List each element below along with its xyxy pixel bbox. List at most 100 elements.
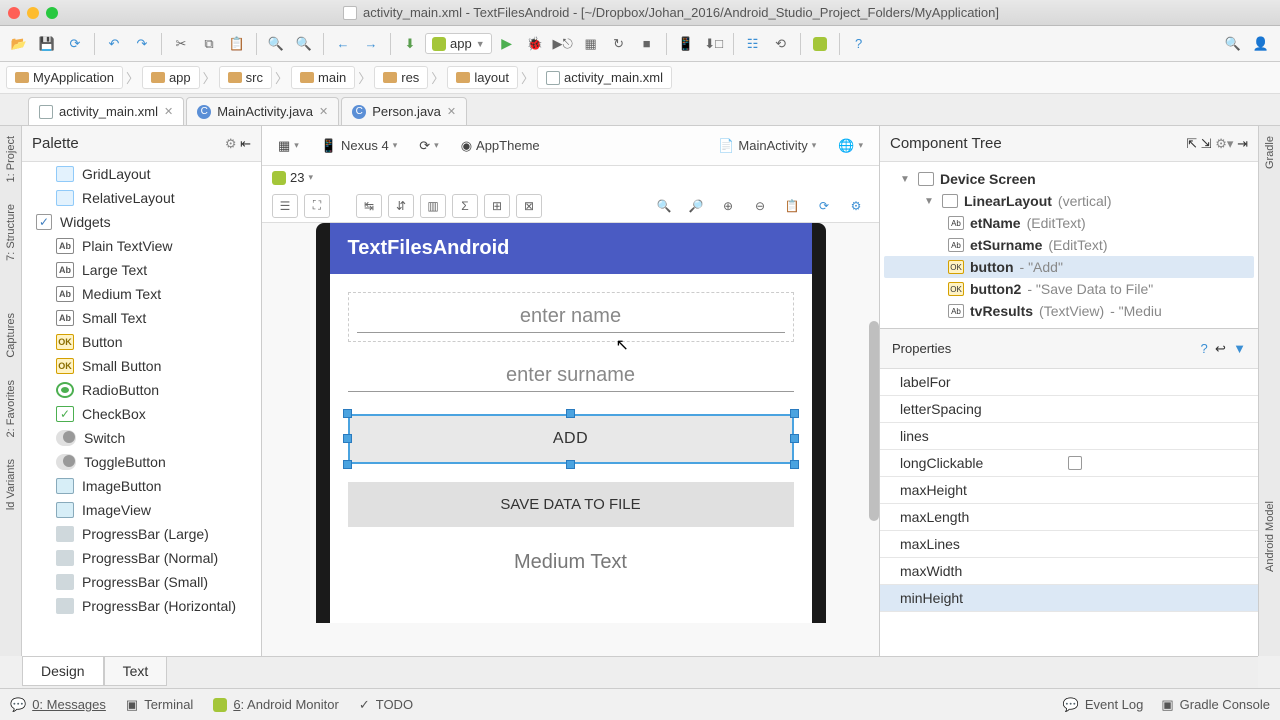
- status-messages[interactable]: 💬 0: Messages: [10, 697, 106, 713]
- clipboard-icon[interactable]: 📋: [779, 194, 805, 218]
- properties-filter-icon[interactable]: ▼: [1233, 341, 1246, 356]
- breadcrumb-item[interactable]: activity_main.xml: [537, 66, 672, 89]
- designer-mode-tab[interactable]: Text: [104, 657, 168, 686]
- properties-restore-icon[interactable]: ↩: [1215, 341, 1226, 356]
- collapse-all-icon[interactable]: ⇲: [1201, 136, 1212, 151]
- user-icon[interactable]: 👤: [1248, 31, 1274, 57]
- cut-icon[interactable]: ✂: [168, 31, 194, 57]
- breadcrumb-item[interactable]: app: [142, 66, 200, 89]
- editor-tab[interactable]: activity_main.xml✕: [28, 97, 184, 125]
- property-row[interactable]: maxHeight: [880, 477, 1258, 504]
- api-level[interactable]: 23: [290, 170, 304, 185]
- property-row[interactable]: minHeight: [880, 585, 1258, 612]
- tree-settings-icon[interactable]: ⚙▾: [1215, 136, 1233, 151]
- property-row[interactable]: longClickable: [880, 450, 1258, 477]
- profile-icon[interactable]: ↻: [606, 31, 632, 57]
- breadcrumb-item[interactable]: res: [374, 66, 428, 89]
- distribute-h-icon[interactable]: ↹: [356, 194, 382, 218]
- status-android-monitor[interactable]: 6: Android Monitor: [213, 697, 339, 712]
- breadcrumb-item[interactable]: layout: [447, 66, 518, 89]
- breadcrumb-item[interactable]: src: [219, 66, 272, 89]
- palette-hide-icon[interactable]: ⇤: [240, 136, 251, 151]
- status-todo[interactable]: ✓ TODO: [359, 697, 413, 713]
- palette-item[interactable]: ProgressBar (Horizontal): [22, 594, 261, 618]
- android-device-icon[interactable]: [807, 31, 833, 57]
- close-tab-icon[interactable]: ✕: [319, 105, 328, 118]
- tree-row[interactable]: AbetName (EditText): [884, 212, 1254, 234]
- pack-icon[interactable]: ⊠: [516, 194, 542, 218]
- palette-item[interactable]: ToggleButton: [22, 450, 261, 474]
- undo-icon[interactable]: ↶: [101, 31, 127, 57]
- property-row[interactable]: letterSpacing: [880, 396, 1258, 423]
- tool-structure[interactable]: 7: Structure: [5, 200, 17, 265]
- tool-project[interactable]: 1: Project: [5, 132, 17, 186]
- run-config-selector[interactable]: app ▼: [425, 33, 492, 54]
- sdk-icon[interactable]: ⬇□: [701, 31, 727, 57]
- project-structure-icon[interactable]: ☷: [740, 31, 766, 57]
- avd-icon[interactable]: 📱: [673, 31, 699, 57]
- back-icon[interactable]: ←: [330, 31, 356, 57]
- settings-icon[interactable]: ⚙: [843, 194, 869, 218]
- open-icon[interactable]: 📂: [6, 31, 32, 57]
- redo-icon[interactable]: ↷: [129, 31, 155, 57]
- distribute-v-icon[interactable]: ⇵: [388, 194, 414, 218]
- copy-icon[interactable]: ⧉: [196, 31, 222, 57]
- zoom-actual-icon[interactable]: 🔎: [683, 194, 709, 218]
- close-tab-icon[interactable]: ✕: [447, 105, 456, 118]
- sync-icon[interactable]: ⟳: [62, 31, 88, 57]
- palette-item[interactable]: RadioButton: [22, 378, 261, 402]
- attach-icon[interactable]: ▶⎋: [550, 31, 576, 57]
- paste-icon[interactable]: 📋: [224, 31, 250, 57]
- breadcrumb-item[interactable]: MyApplication: [6, 66, 123, 89]
- replace-icon[interactable]: 🔍: [291, 31, 317, 57]
- editor-tab[interactable]: CMainActivity.java✕: [186, 97, 339, 125]
- tool-android-model[interactable]: Android Model: [1264, 497, 1276, 576]
- stop-icon[interactable]: ■: [634, 31, 660, 57]
- orientation-icon[interactable]: ⟳ ▾: [413, 134, 444, 158]
- zoom-in-icon[interactable]: ⊕: [715, 194, 741, 218]
- tree-hide-icon[interactable]: ⇥: [1237, 136, 1248, 151]
- preview-button2[interactable]: SAVE DATA TO FILE: [348, 482, 794, 527]
- zoom-out-icon[interactable]: ⊖: [747, 194, 773, 218]
- property-checkbox[interactable]: [1068, 456, 1082, 470]
- editor-tab[interactable]: CPerson.java✕: [341, 97, 467, 125]
- properties-help-icon[interactable]: ?: [1201, 341, 1208, 356]
- center-icon[interactable]: ▥: [420, 194, 446, 218]
- expand-all-icon[interactable]: ⇱: [1186, 136, 1197, 151]
- sum-icon[interactable]: Σ: [452, 194, 478, 218]
- forward-icon[interactable]: →: [358, 31, 384, 57]
- tool-gradle[interactable]: Gradle: [1264, 132, 1276, 173]
- minimize-window-button[interactable]: [27, 7, 39, 19]
- property-row[interactable]: maxWidth: [880, 558, 1258, 585]
- preview-button-selected[interactable]: ADD: [348, 414, 794, 464]
- refresh-icon[interactable]: ⟳: [811, 194, 837, 218]
- help-icon[interactable]: ?: [846, 31, 872, 57]
- designer-mode-tab[interactable]: Design: [22, 657, 104, 686]
- design-surface-icon[interactable]: ▦ ▾: [272, 134, 305, 158]
- close-tab-icon[interactable]: ✕: [164, 105, 173, 118]
- theme-selector[interactable]: ◉ AppTheme: [455, 134, 546, 158]
- find-icon[interactable]: 🔍: [263, 31, 289, 57]
- make-icon[interactable]: ⬇: [397, 31, 423, 57]
- palette-item[interactable]: RelativeLayout: [22, 186, 261, 210]
- baseline-icon[interactable]: ⊞: [484, 194, 510, 218]
- status-terminal[interactable]: ▣ Terminal: [126, 697, 193, 713]
- debug-icon[interactable]: 🐞: [522, 31, 548, 57]
- palette-item[interactable]: ✓Widgets: [22, 210, 261, 234]
- tree-row[interactable]: ▼Device Screen: [884, 168, 1254, 190]
- status-event-log[interactable]: 💬 Event Log: [1063, 697, 1144, 713]
- property-row[interactable]: maxLines: [880, 531, 1258, 558]
- property-row[interactable]: lines: [880, 423, 1258, 450]
- status-gradle-console[interactable]: ▣ Gradle Console: [1161, 697, 1270, 713]
- palette-item[interactable]: OKSmall Button: [22, 354, 261, 378]
- palette-item[interactable]: ImageView: [22, 498, 261, 522]
- tree-row[interactable]: OKbutton2 - "Save Data to File": [884, 278, 1254, 300]
- zoom-window-button[interactable]: [46, 7, 58, 19]
- tool-captures[interactable]: Captures: [5, 309, 17, 362]
- align-icon[interactable]: ☰: [272, 194, 298, 218]
- palette-settings-icon[interactable]: ⚙: [225, 136, 237, 151]
- coverage-icon[interactable]: ▦: [578, 31, 604, 57]
- property-row[interactable]: labelFor: [880, 369, 1258, 396]
- search-everywhere-icon[interactable]: 🔍: [1220, 31, 1246, 57]
- palette-item[interactable]: AbMedium Text: [22, 282, 261, 306]
